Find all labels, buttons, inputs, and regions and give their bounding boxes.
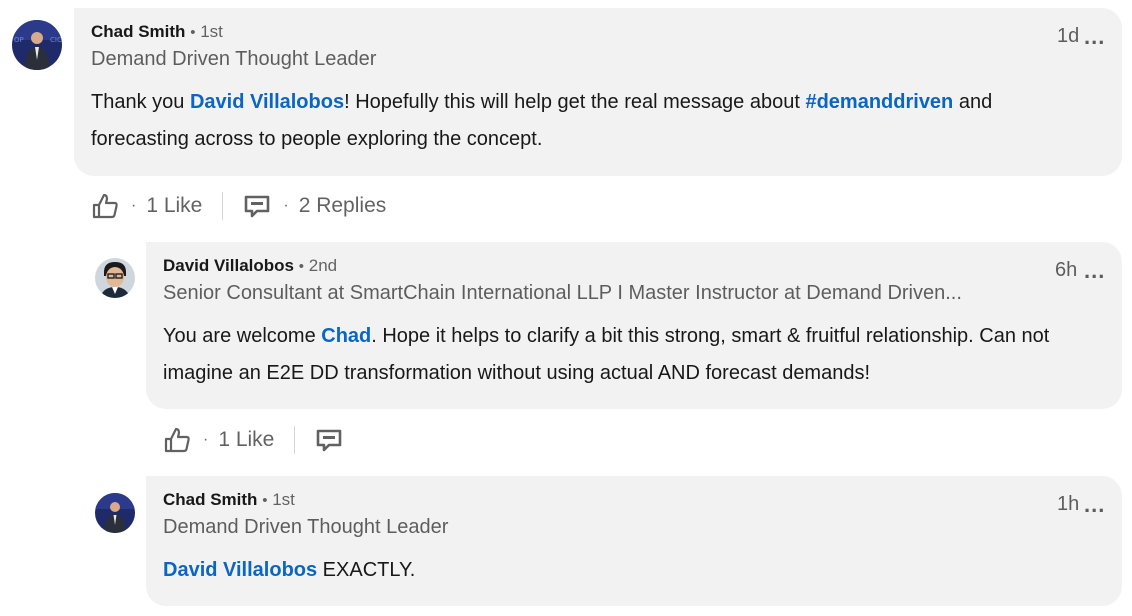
author-name[interactable]: Chad Smith: [91, 22, 185, 41]
more-options-button[interactable]: ...: [1084, 26, 1105, 48]
comment-actions: · 1 Like: [163, 422, 343, 458]
avatar-chad-smith[interactable]: [95, 493, 135, 533]
avatar-david-villalobos[interactable]: [95, 258, 135, 298]
mention-link[interactable]: David Villalobos: [163, 559, 317, 581]
comment-text: You are welcome Chad. Hope it helps to c…: [163, 325, 1050, 384]
author-headline: Demand Driven Thought Leader: [163, 516, 449, 538]
comment-text: David Villalobos EXACTLY.: [163, 559, 416, 581]
avatar-chad-smith[interactable]: OP CIC: [12, 20, 62, 70]
mention-link[interactable]: Chad: [321, 325, 371, 347]
action-divider: [294, 426, 296, 454]
comment-timestamp: 1h: [1057, 493, 1080, 515]
like-icon[interactable]: [91, 192, 119, 220]
author-headline: Demand Driven Thought Leader: [91, 48, 377, 70]
author-headline: Senior Consultant at SmartChain Internat…: [163, 282, 962, 304]
svg-text:OP: OP: [14, 36, 24, 44]
comment-text: Thank you David Villalobos! Hopefully th…: [91, 91, 993, 150]
svg-text:CIC: CIC: [50, 36, 62, 44]
reply-icon[interactable]: [243, 192, 271, 220]
like-icon[interactable]: [163, 426, 191, 454]
reply-icon[interactable]: [315, 426, 343, 454]
separator-dot: ·: [203, 431, 209, 448]
author-name[interactable]: David Villalobos: [163, 256, 294, 275]
like-count[interactable]: 1 Like: [218, 428, 274, 452]
separator-dot: ·: [283, 197, 289, 214]
connection-degree: 1st: [272, 490, 295, 509]
comment-author-line: Chad Smith • 1st: [163, 490, 295, 511]
comment-author-line: David Villalobos • 2nd: [163, 256, 337, 277]
connection-degree: 1st: [200, 22, 223, 41]
connection-degree: 2nd: [308, 256, 338, 275]
more-options-button[interactable]: ...: [1084, 494, 1105, 516]
mention-link[interactable]: David Villalobos: [190, 91, 344, 113]
comment-timestamp: 1d: [1057, 25, 1080, 47]
author-name[interactable]: Chad Smith: [163, 490, 257, 509]
degree-separator: •: [190, 24, 196, 41]
comment-actions: · 1 Like · 2 Replies: [91, 188, 386, 224]
reply-count[interactable]: 2 Replies: [299, 194, 387, 218]
action-divider: [222, 192, 224, 220]
more-options-button[interactable]: ...: [1084, 260, 1105, 282]
comment-author-line: Chad Smith • 1st: [91, 22, 223, 43]
degree-separator: •: [298, 258, 305, 275]
hashtag-link[interactable]: #demanddriven: [805, 91, 953, 113]
separator-dot: ·: [131, 197, 137, 214]
like-count[interactable]: 1 Like: [146, 194, 202, 218]
degree-separator: •: [262, 492, 268, 509]
comment-timestamp: 6h: [1055, 259, 1078, 281]
